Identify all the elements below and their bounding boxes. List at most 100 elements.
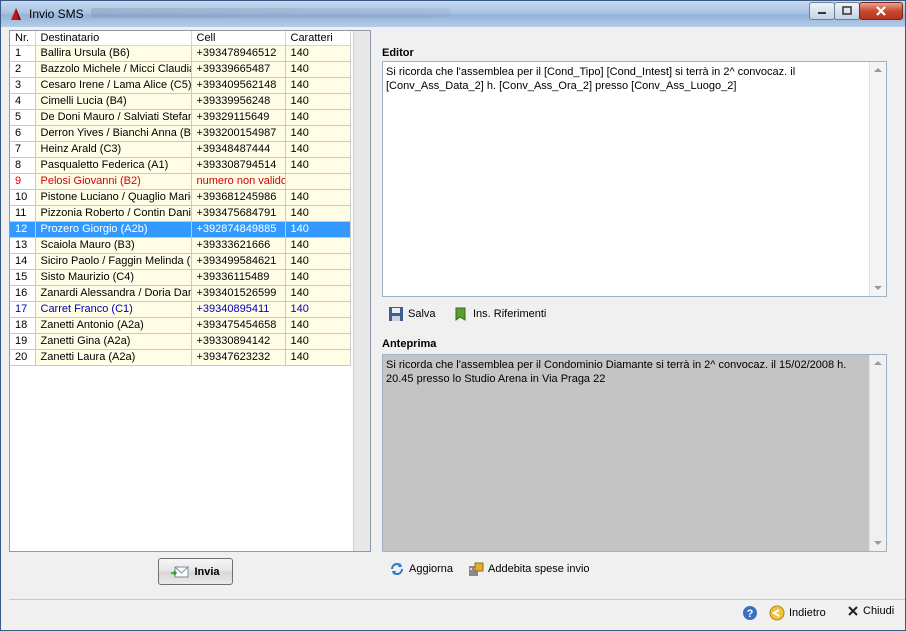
cell-caratteri: 140 — [285, 125, 351, 142]
cell-nr: 2 — [10, 61, 36, 78]
cell-phone: +39336115489 — [191, 269, 286, 286]
table-row[interactable]: 20 Zanetti Laura (A2a) +39347623232 140 — [10, 349, 351, 366]
cell-nr: 17 — [10, 301, 36, 318]
scroll-up-icon[interactable] — [874, 68, 882, 72]
ins-riferimenti-button[interactable]: Ins. Riferimenti — [453, 306, 546, 322]
col-header-cell[interactable]: Cell — [191, 31, 286, 46]
cell-phone: +39333621666 — [191, 237, 286, 254]
col-header-nr[interactable]: Nr. — [10, 31, 36, 46]
cell-destinatario: Pistone Luciano / Quaglio Maric — [35, 189, 192, 206]
ins-riferimenti-label: Ins. Riferimenti — [473, 308, 547, 320]
table-row[interactable]: 5 De Doni Mauro / Salviati Stefan +3932911… — [10, 109, 351, 126]
col-header-caratteri[interactable]: Caratteri — [285, 31, 351, 46]
col-header-destinatario[interactable]: Destinatario — [35, 31, 192, 46]
table-row[interactable]: 9 Pelosi Giovanni (B2) numero non valido — [10, 173, 351, 190]
cell-caratteri: 140 — [285, 349, 351, 366]
table-row[interactable]: 2 Bazzolo Michele / Micci Claudia +3933966… — [10, 61, 351, 78]
cell-nr: 11 — [10, 205, 36, 222]
table-row[interactable]: 13 Scaiola Mauro (B3) +39333621666 140 — [10, 237, 351, 254]
cell-caratteri: 140 — [285, 157, 351, 174]
table-row[interactable]: 15 Sisto Maurizio (C4) +39336115489 140 — [10, 269, 351, 286]
cell-destinatario: Carret Franco (C1) — [35, 301, 192, 318]
maximize-button[interactable] — [834, 2, 860, 20]
cell-destinatario: Zanetti Antonio (A2a) — [35, 317, 192, 334]
table-row[interactable]: 8 Pasqualetto Federica (A1) +393308794514 1… — [10, 157, 351, 174]
scroll-down-icon[interactable] — [874, 541, 882, 545]
table-row[interactable]: 19 Zanetti Gina (A2a) +39330894142 140 — [10, 333, 351, 350]
title-bar: Invio SMS — [1, 1, 905, 27]
maximize-icon — [842, 6, 852, 15]
table-row[interactable]: 17 Carret Franco (C1) +39340895411 140 — [10, 301, 351, 318]
table-row[interactable]: 7 Heinz Arald (C3) +39348487444 140 — [10, 141, 351, 158]
scroll-down-icon[interactable] — [874, 286, 882, 290]
svg-text:?: ? — [747, 608, 754, 620]
editor-text: Si ricorda che l'assemblea per il [Cond_… — [386, 66, 796, 92]
table-row[interactable]: 11 Pizzonia Roberto / Contin Danie +393475… — [10, 205, 351, 222]
cell-caratteri: 140 — [285, 205, 351, 222]
sms-window: Invio SMS Nr. Destinatario Cell Caratter… — [0, 0, 906, 631]
cell-destinatario: Derron Yives / Bianchi Anna (B — [35, 125, 192, 142]
table-row[interactable]: 12 Prozero Giorgio (A2b) +392874849885 140 — [10, 221, 351, 238]
cell-caratteri: 140 — [285, 237, 351, 254]
cell-phone: +393475684791 — [191, 205, 286, 222]
cell-nr: 4 — [10, 93, 36, 110]
sms-send-icon — [171, 566, 189, 577]
minimize-button[interactable] — [809, 2, 835, 20]
cell-nr: 5 — [10, 109, 36, 126]
cell-caratteri: 140 — [285, 93, 351, 110]
table-row[interactable]: 10 Pistone Luciano / Quaglio Maric +393681… — [10, 189, 351, 206]
invia-label: Invia — [194, 565, 220, 578]
recipients-table[interactable]: Nr. Destinatario Cell Caratteri 1 Ballira… — [9, 30, 371, 552]
cell-nr: 13 — [10, 237, 36, 254]
cell-destinatario: Siciro Paolo / Faggin Melinda (I — [35, 253, 192, 270]
invia-button[interactable]: Invia — [158, 558, 233, 585]
table-row[interactable]: 3 Cesaro Irene / Lama Alice (C5) +39340956… — [10, 77, 351, 94]
table-row[interactable]: 6 Derron Yives / Bianchi Anna (B +39320015… — [10, 125, 351, 142]
editor-scrollbar[interactable] — [869, 62, 886, 296]
cell-caratteri: 140 — [285, 221, 351, 238]
cell-nr: 18 — [10, 317, 36, 334]
table-row[interactable]: 16 Zanardi Alessandra / Doria Dan +3934015… — [10, 285, 351, 302]
preview-text: Si ricorda che l'assemblea per il Condom… — [386, 359, 847, 385]
table-row[interactable]: 18 Zanetti Antonio (A2a) +393475454658 140 — [10, 317, 351, 334]
cell-caratteri: 140 — [285, 189, 351, 206]
cell-nr: 10 — [10, 189, 36, 206]
cell-phone: +393478946512 — [191, 45, 286, 62]
addebita-button[interactable]: Addebita spese invio — [468, 561, 590, 577]
cell-phone: +393308794514 — [191, 157, 286, 174]
cell-destinatario: Ballira Ursula (B6) — [35, 45, 192, 62]
cell-destinatario: Heinz Arald (C3) — [35, 141, 192, 158]
cell-destinatario: Sisto Maurizio (C4) — [35, 269, 192, 286]
salva-button[interactable]: Salva — [388, 306, 436, 322]
table-row[interactable]: 1 Ballira Ursula (B6) +393478946512 140 — [10, 45, 351, 62]
cell-caratteri: 140 — [285, 285, 351, 302]
cell-destinatario: Zanetti Gina (A2a) — [35, 333, 192, 350]
aggiorna-label: Aggiorna — [409, 563, 454, 575]
help-button[interactable]: ? — [742, 605, 762, 621]
chiudi-button[interactable]: Chiudi — [847, 605, 894, 617]
cell-nr: 12 — [10, 221, 36, 238]
table-scrollbar[interactable] — [353, 31, 370, 551]
cell-caratteri: 140 — [285, 109, 351, 126]
cell-caratteri: 140 — [285, 77, 351, 94]
editor-textarea[interactable]: Si ricorda che l'assemblea per il [Cond_… — [382, 61, 887, 297]
scroll-up-icon[interactable] — [874, 361, 882, 365]
chiudi-label: Chiudi — [863, 605, 895, 617]
cell-nr: 20 — [10, 349, 36, 366]
cell-phone: +393681245986 — [191, 189, 286, 206]
cell-nr: 19 — [10, 333, 36, 350]
aggiorna-button[interactable]: Aggiorna — [389, 561, 453, 577]
cell-destinatario: Pasqualetto Federica (A1) — [35, 157, 192, 174]
preview-scrollbar[interactable] — [869, 355, 886, 551]
close-button[interactable] — [859, 2, 903, 20]
cell-nr: 15 — [10, 269, 36, 286]
cell-phone: +393401526599 — [191, 285, 286, 302]
table-row[interactable]: 14 Siciro Paolo / Faggin Melinda (I +39349… — [10, 253, 351, 270]
cell-destinatario: Bazzolo Michele / Micci Claudia — [35, 61, 192, 78]
cell-caratteri: 140 — [285, 269, 351, 286]
status-bar: ? Indietro Chiudi — [9, 599, 905, 625]
cell-phone: +39347623232 — [191, 349, 286, 366]
table-row[interactable]: 4 Cimelli Lucia (B4) +39339956248 140 — [10, 93, 351, 110]
indietro-button[interactable]: Indietro — [769, 605, 826, 621]
cell-caratteri: 140 — [285, 253, 351, 270]
